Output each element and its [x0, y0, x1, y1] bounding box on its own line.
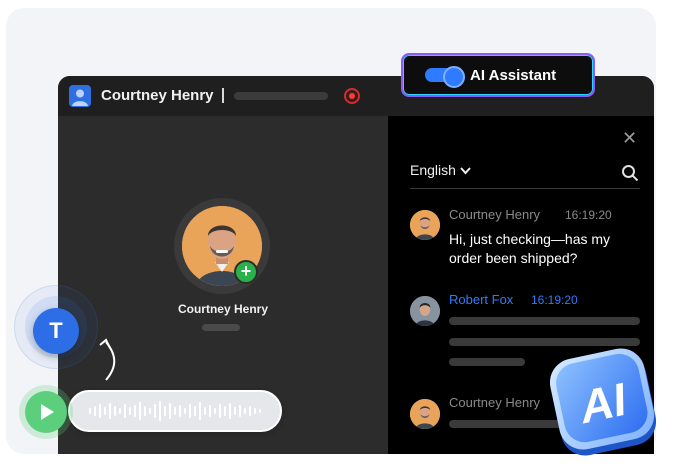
translate-button[interactable]: T — [33, 308, 79, 354]
message-sender: Courtney Henry — [449, 207, 541, 222]
toggle-switch[interactable] — [425, 66, 465, 88]
record-icon[interactable] — [344, 88, 360, 104]
chevron-down-icon — [460, 166, 471, 178]
caller-avatar-ring: + — [174, 198, 270, 294]
message-time: 16:19:20 — [531, 293, 578, 307]
title-placeholder — [234, 92, 328, 100]
message-avatar — [410, 210, 440, 240]
ai-assistant-toggle[interactable]: AI Assistant — [401, 53, 595, 97]
add-contact-icon[interactable]: + — [234, 260, 258, 284]
message-avatar — [410, 296, 440, 326]
window-title: Courtney Henry — [101, 87, 214, 104]
audio-waveform-bar — [68, 390, 282, 432]
caller-status-placeholder — [202, 324, 240, 331]
curved-arrow-icon — [99, 338, 116, 381]
message-placeholder-line — [449, 358, 525, 366]
caller-avatar-icon — [69, 85, 91, 107]
caller-name: Courtney Henry — [177, 302, 269, 316]
ai-badge-icon: AI — [550, 348, 657, 456]
play-button[interactable] — [25, 391, 67, 433]
close-icon[interactable]: ✕ — [622, 128, 637, 149]
waveform-icon — [89, 401, 261, 421]
search-icon[interactable] — [621, 164, 639, 182]
message-avatar — [410, 399, 440, 429]
title-separator — [222, 88, 224, 103]
message-placeholder-line — [449, 317, 640, 325]
language-label: English — [410, 162, 456, 178]
language-select[interactable]: English — [410, 162, 471, 178]
message-time: 16:19:20 — [565, 208, 612, 222]
divider — [410, 188, 640, 189]
message-sender: Robert Fox — [449, 292, 514, 307]
ai-assistant-label: AI Assistant — [470, 67, 557, 84]
message-text: Hi, just checking—has my order been ship… — [449, 231, 611, 266]
message-sender: Courtney Henry — [449, 395, 541, 410]
